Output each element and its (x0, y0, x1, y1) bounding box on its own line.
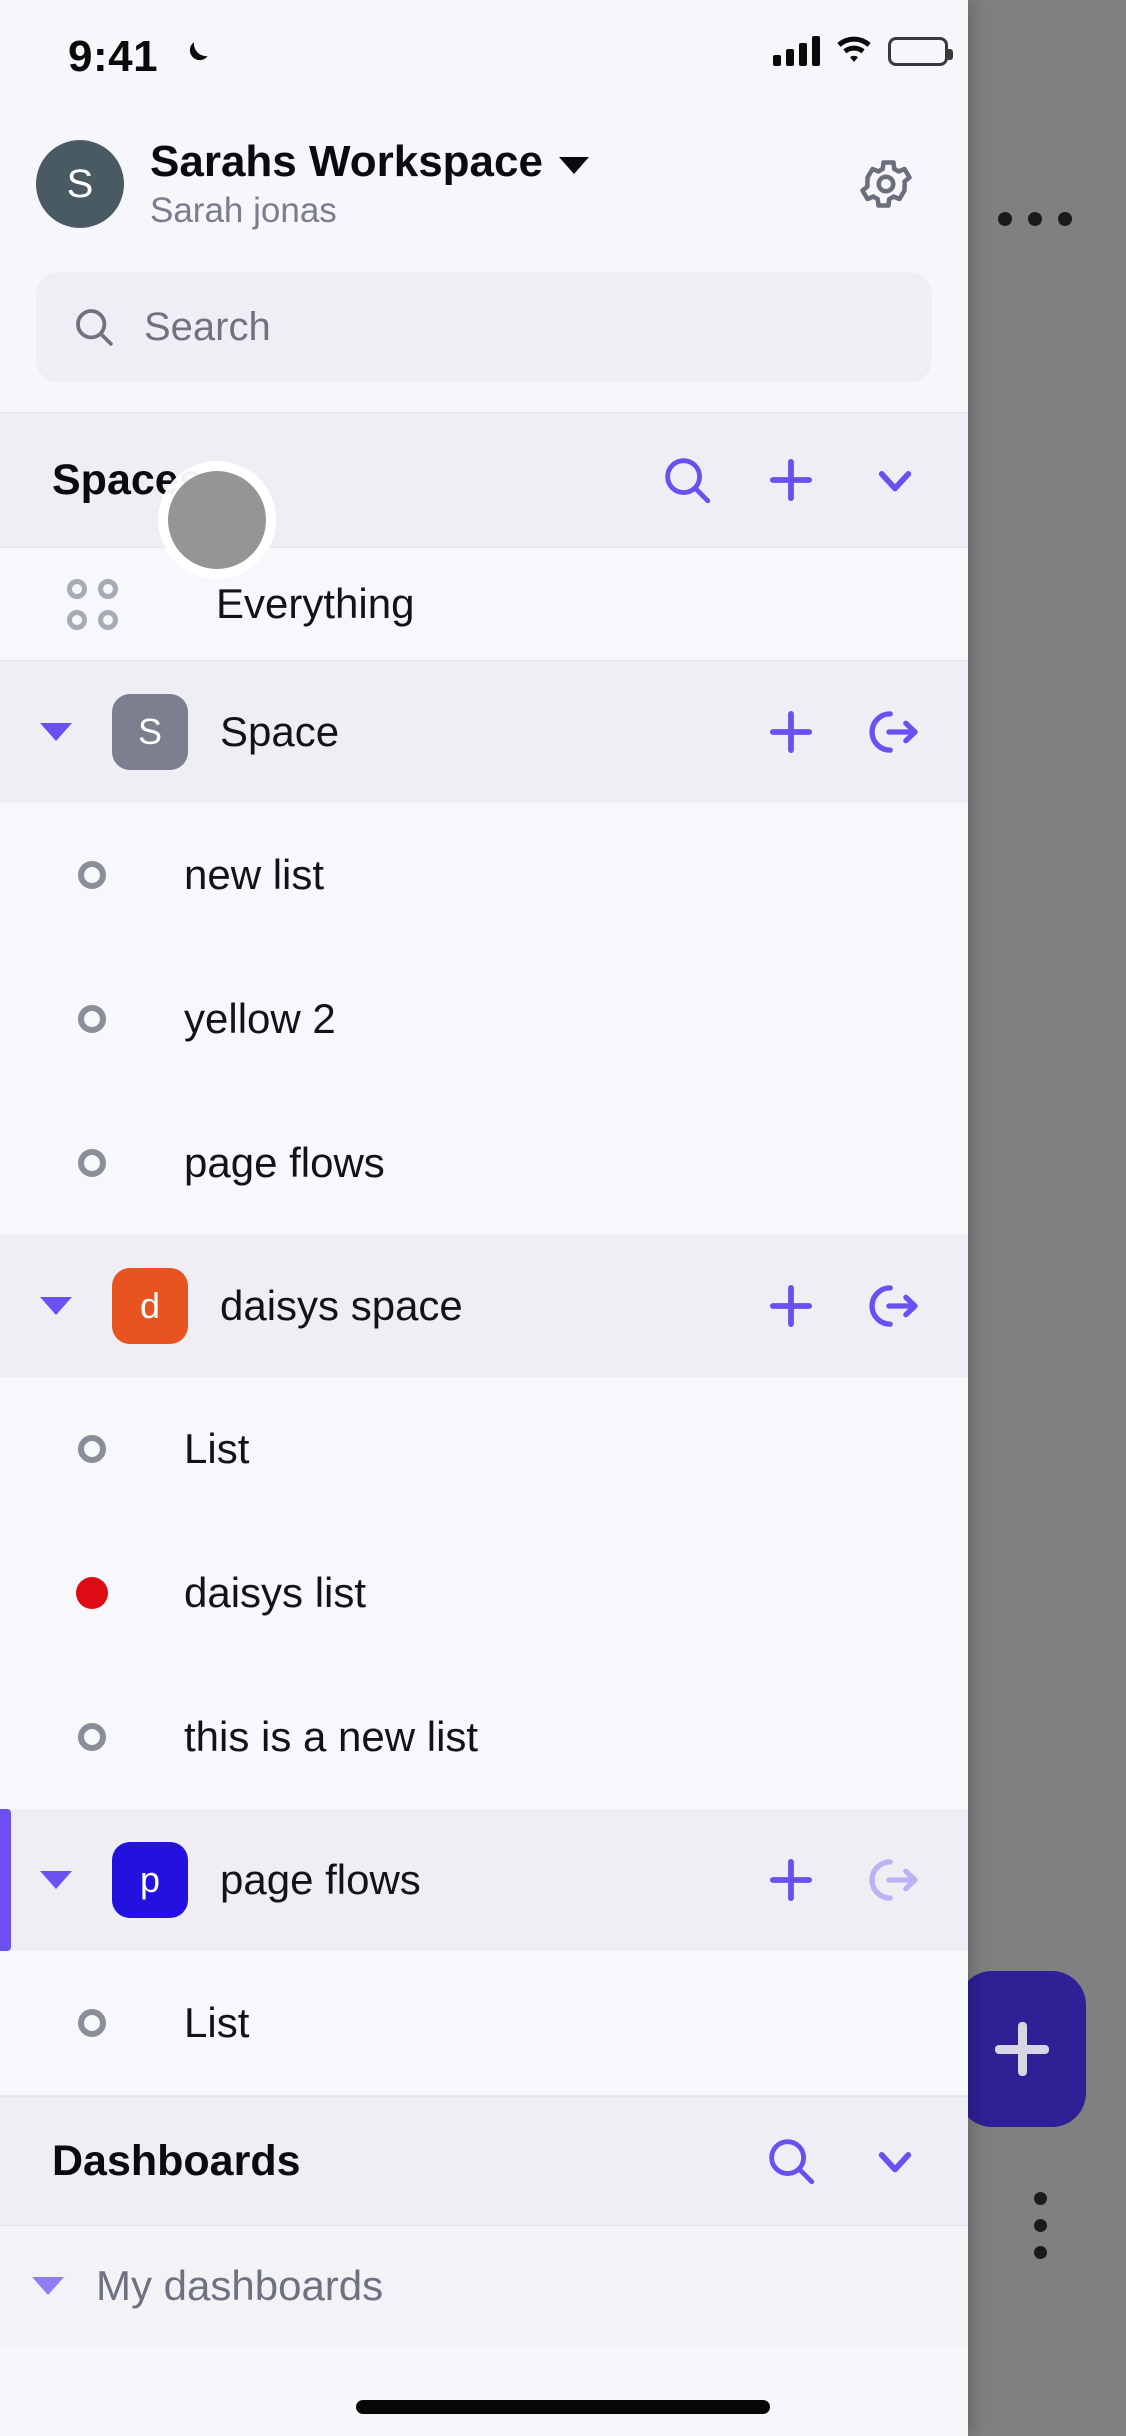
space-badge: p (112, 1842, 188, 1918)
search-icon[interactable] (762, 2132, 820, 2190)
grid-dots-icon (0, 578, 184, 630)
sidebar-item-space[interactable]: S Space (0, 661, 968, 803)
sidebar-item-page-flows[interactable]: p page flows (0, 1809, 968, 1951)
backdrop-overflow-menu-icon[interactable] (998, 212, 1072, 226)
gear-icon[interactable] (856, 154, 916, 214)
workspace-avatar[interactable]: S (36, 140, 124, 228)
spaces-section-actions (658, 451, 924, 509)
chevron-down-icon[interactable] (866, 2132, 924, 2190)
plus-icon[interactable] (762, 1277, 820, 1335)
list-status-dot (0, 1005, 184, 1033)
list-label: yellow 2 (184, 995, 336, 1042)
expand-toggle[interactable] (0, 1871, 112, 1889)
space-name-label: daisys space (220, 1282, 463, 1329)
triangle-down-icon (40, 1871, 72, 1889)
search-input[interactable] (144, 304, 898, 350)
spaces-section-header: Spaces (0, 412, 968, 548)
dashboards-section-title: Dashboards (52, 2136, 301, 2185)
spaces-section-title: Spaces (52, 455, 203, 504)
chevron-down-icon[interactable] (866, 451, 924, 509)
space-name-label: page flows (220, 1856, 421, 1903)
workspace-text-block: Sarahs Workspace Sarah jonas (150, 137, 856, 231)
search-icon (76, 309, 113, 346)
dashboards-section-header: Dashboards (0, 2096, 968, 2226)
sidebar-item-my-dashboards[interactable]: My dashboards (0, 2226, 968, 2346)
workspace-title: Sarahs Workspace (150, 137, 543, 186)
triangle-down-icon (32, 2277, 64, 2295)
expand-toggle[interactable] (0, 1297, 112, 1315)
crescent-moon-icon (189, 42, 208, 61)
battery-full-icon (888, 37, 953, 66)
phone-screen: 9:41 S Sarahs Workspace Sarah jonas Sear… (0, 0, 1126, 2436)
list-label: this is a new list (184, 1713, 479, 1760)
sidebar-item-everything[interactable]: Everything (0, 548, 968, 660)
backdrop-side-menu-icon[interactable] (1034, 2192, 1047, 2259)
search-container (0, 258, 968, 412)
my-dashboards-label: My dashboards (96, 2262, 384, 2309)
touch-indicator (168, 471, 266, 569)
plus-icon[interactable] (762, 451, 820, 509)
list-label: page flows (184, 1139, 385, 1186)
space-row-actions (762, 1851, 924, 1909)
backdrop-fab-add-button[interactable] (958, 1971, 1086, 2127)
expand-toggle[interactable] (0, 2277, 96, 2295)
triangle-down-icon (40, 1297, 72, 1315)
list-item[interactable]: new list (0, 803, 968, 947)
workspace-header[interactable]: S Sarahs Workspace Sarah jonas (0, 110, 968, 258)
search-icon[interactable] (658, 451, 716, 509)
everything-label: Everything (216, 580, 415, 627)
search-box[interactable] (36, 272, 932, 382)
plus-icon[interactable] (762, 1851, 820, 1909)
list-item[interactable]: this is a new list (0, 1665, 968, 1809)
status-bar: 9:41 (0, 0, 968, 110)
list-label: List (184, 1999, 250, 2046)
triangle-down-icon (40, 723, 72, 741)
space-row-actions (762, 703, 924, 761)
open-space-icon[interactable] (866, 703, 924, 761)
cellular-signal-icon (773, 36, 820, 66)
chevron-down-icon[interactable] (558, 156, 589, 174)
sidebar-item-daisys-space[interactable]: d daisys space (0, 1235, 968, 1377)
space-row-actions (762, 1277, 924, 1335)
list-label: daisys list (184, 1569, 367, 1616)
space-badge: S (112, 694, 188, 770)
list-item[interactable]: yellow 2 (0, 947, 968, 1091)
space-name-label: Space (220, 708, 340, 755)
list-status-dot (0, 861, 184, 889)
list-label: new list (184, 851, 325, 898)
workspace-title-row[interactable]: Sarahs Workspace (150, 137, 856, 187)
list-item[interactable]: List (0, 1377, 968, 1521)
list-status-dot (0, 1149, 184, 1177)
list-item[interactable]: page flows (0, 1091, 968, 1235)
list-status-dot (0, 1577, 184, 1609)
wifi-icon (837, 36, 871, 62)
dashboards-section-actions (762, 2132, 924, 2190)
open-space-icon[interactable] (866, 1851, 924, 1909)
plus-icon (1017, 2022, 1027, 2076)
space-badge: d (112, 1268, 188, 1344)
list-item[interactable]: daisys list (0, 1521, 968, 1665)
open-space-icon[interactable] (866, 1277, 924, 1335)
list-item[interactable]: List (0, 1951, 968, 2095)
list-status-dot (0, 1435, 184, 1463)
home-indicator[interactable] (356, 2400, 770, 2414)
list-label: List (184, 1425, 250, 1472)
status-bar-indicators (773, 36, 953, 66)
plus-icon[interactable] (762, 703, 820, 761)
list-status-dot (0, 2009, 184, 2037)
expand-toggle[interactable] (0, 723, 112, 741)
status-bar-clock: 9:41 (68, 32, 159, 81)
list-status-dot (0, 1723, 184, 1751)
navigation-drawer: 9:41 S Sarahs Workspace Sarah jonas Sear… (0, 0, 968, 2436)
workspace-subtitle: Sarah jonas (150, 191, 337, 230)
